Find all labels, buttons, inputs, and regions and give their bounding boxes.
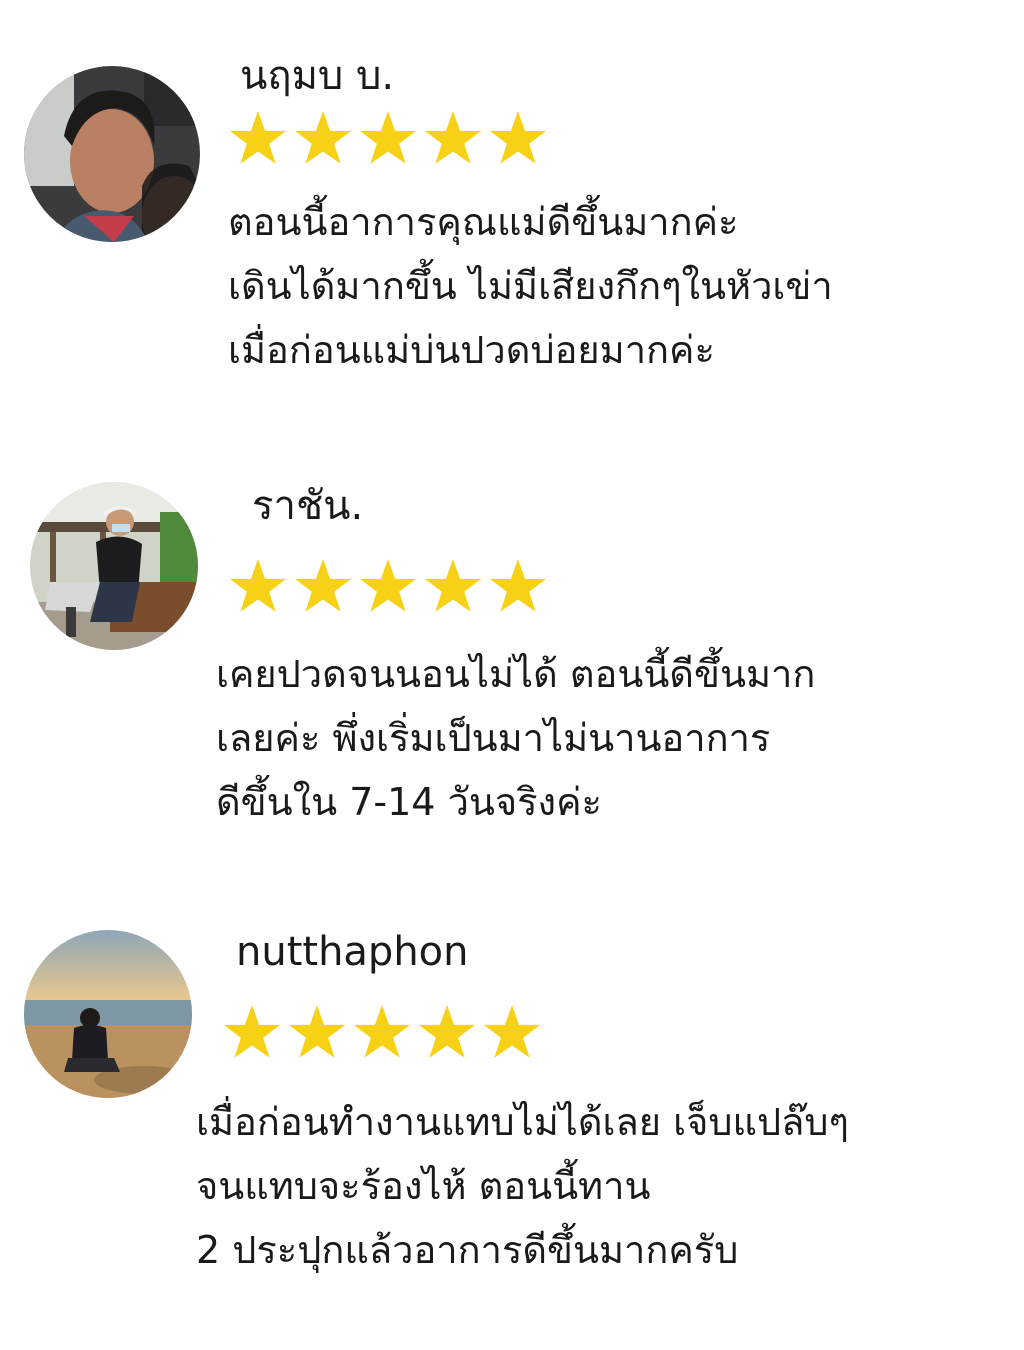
review-text: เคยปวดจนนอนไม่ได้ ตอนนี้ดีขึ้นมาก เลยค่ะ…	[216, 642, 815, 834]
avatar-photo	[30, 482, 198, 650]
star-icon	[424, 559, 482, 612]
review-text-line: เคยปวดจนนอนไม่ได้ ตอนนี้ดีขึ้นมาก	[216, 652, 816, 696]
review-text-line: เดินได้มากขึ้น ไม่มีเสียงกึกๆในหัวเข่า	[228, 264, 833, 308]
reviewer-name: นฤมบ บ.	[240, 53, 395, 99]
star-icon	[229, 559, 287, 612]
star-icon	[489, 111, 547, 164]
review-text-line: เมื่อก่อนแม่บ่นปวดบ่อยมากค่ะ	[228, 328, 715, 372]
star-icon	[223, 1005, 281, 1058]
star-icon	[294, 111, 352, 164]
star-icon	[288, 1005, 346, 1058]
star-icon	[359, 559, 417, 612]
review-text-line: เลยค่ะ พึ่งเริ่มเป็นมาไม่นานอาการ	[216, 716, 771, 760]
review-text-line: ตอนนี้อาการคุณแม่ดีขึ้นมากค่ะ	[228, 200, 739, 244]
star-rating	[228, 556, 548, 616]
review-text: เมื่อก่อนทำงานแทบไม่ได้เลย เจ็บแปล๊บๆ จน…	[196, 1090, 849, 1282]
star-icon	[294, 559, 352, 612]
reviewer-name: ราชัน.	[252, 483, 364, 529]
review-text-line: 2 ประปุกแล้วอาการดีขึ้นมากครับ	[196, 1228, 739, 1272]
star-icon	[424, 111, 482, 164]
star-icon	[418, 1005, 476, 1058]
review-text: ตอนนี้อาการคุณแม่ดีขึ้นมากค่ะ เดินได้มาก…	[228, 190, 833, 382]
review-card: ราชัน. เคยปวดจนนอนไม่ได้ ตอนนี้ดีขึ้นมาก…	[0, 460, 1024, 860]
review-text-line: จนแทบจะร้องไห้ ตอนนี้ทาน	[196, 1164, 651, 1208]
star-rating	[228, 108, 548, 168]
star-icon	[359, 111, 417, 164]
review-text-line: เมื่อก่อนทำงานแทบไม่ได้เลย เจ็บแปล๊บๆ	[196, 1100, 849, 1144]
review-card: nutthaphon เมื่อก่อนทำงานแทบไม่ได้เลย เจ…	[0, 900, 1024, 1340]
review-text-line: ดีขึ้นใน 7-14 วันจริงค่ะ	[216, 780, 602, 824]
star-icon	[483, 1005, 541, 1058]
star-icon	[353, 1005, 411, 1058]
avatar-photo	[24, 930, 192, 1098]
review-card: นฤมบ บ. ตอนนี้อาการคุณแม่ดีขึ้นมากค่ะ เด…	[0, 0, 1024, 430]
avatar	[24, 66, 200, 242]
star-icon	[229, 111, 287, 164]
star-icon	[489, 559, 547, 612]
reviewer-name: nutthaphon	[236, 929, 469, 975]
avatar	[24, 930, 192, 1098]
avatar	[30, 482, 198, 650]
avatar-photo	[24, 66, 200, 242]
star-rating	[222, 1002, 542, 1062]
